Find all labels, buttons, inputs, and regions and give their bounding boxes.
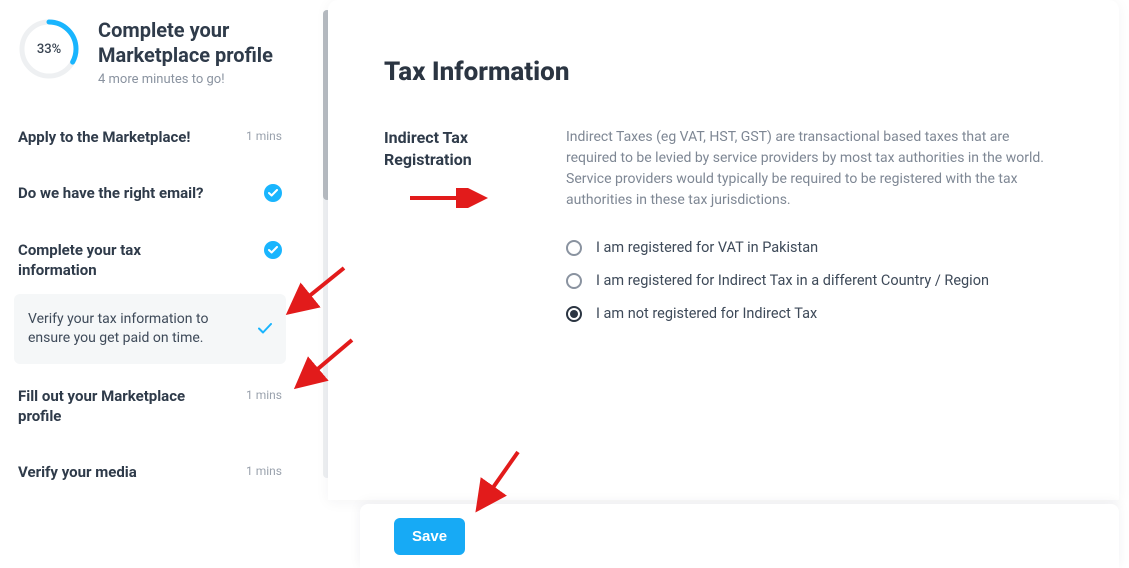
check-icon bbox=[264, 184, 282, 202]
step-verify-media[interactable]: Verify your media 1 mins bbox=[0, 444, 300, 500]
step-profile[interactable]: Fill out your Marketplace profile 1 mins bbox=[0, 368, 300, 445]
radio-label: I am registered for VAT in Pakistan bbox=[596, 239, 818, 256]
radio-other-region[interactable]: I am registered for Indirect Tax in a di… bbox=[566, 264, 1063, 297]
step-list: Apply to the Marketplace! 1 mins Do we h… bbox=[0, 109, 300, 501]
step-meta: 1 mins bbox=[246, 386, 282, 402]
radio-icon bbox=[566, 240, 582, 256]
step-meta: 1 mins bbox=[246, 462, 282, 478]
step-label: Do we have the right email? bbox=[18, 183, 204, 203]
step-apply[interactable]: Apply to the Marketplace! 1 mins bbox=[0, 109, 300, 165]
step-email[interactable]: Do we have the right email? bbox=[0, 165, 300, 221]
step-tax-info[interactable]: Complete your tax information bbox=[0, 222, 300, 287]
step-label: Complete your tax information bbox=[18, 240, 208, 281]
radio-label: I am registered for Indirect Tax in a di… bbox=[596, 272, 989, 289]
indirect-tax-radio-group: I am registered for VAT in Pakistan I am… bbox=[566, 231, 1063, 330]
progress-percent: 33% bbox=[18, 18, 80, 80]
radio-icon bbox=[566, 273, 582, 289]
step-label: Fill out your Marketplace profile bbox=[18, 386, 208, 427]
progress-ring: 33% bbox=[18, 18, 80, 80]
radio-icon bbox=[566, 306, 582, 322]
sidebar-subtitle: 4 more minutes to go! bbox=[98, 72, 282, 87]
save-button[interactable]: Save bbox=[394, 518, 465, 555]
radio-not-registered[interactable]: I am not registered for Indirect Tax bbox=[566, 297, 1063, 330]
field-description: Indirect Taxes (eg VAT, HST, GST) are tr… bbox=[566, 127, 1063, 211]
step-meta: 1 mins bbox=[246, 127, 282, 143]
step-label: Apply to the Marketplace! bbox=[18, 127, 190, 147]
field-label: Indirect Tax Registration bbox=[384, 127, 524, 330]
step-label: Verify your media bbox=[18, 462, 137, 482]
radio-label: I am not registered for Indirect Tax bbox=[596, 305, 817, 322]
substep-verify-tax[interactable]: Verify your tax information to ensure yo… bbox=[14, 294, 286, 364]
sidebar-title: Complete your Marketplace profile bbox=[98, 18, 282, 68]
footer-bar: Save bbox=[360, 504, 1119, 568]
radio-vat-pakistan[interactable]: I am registered for VAT in Pakistan bbox=[566, 231, 1063, 264]
page-title: Tax Information bbox=[384, 57, 1063, 87]
substep-text: Verify your tax information to ensure yo… bbox=[28, 310, 228, 348]
tax-info-card: Tax Information Indirect Tax Registratio… bbox=[328, 0, 1119, 500]
onboarding-sidebar: 33% Complete your Marketplace profile 4 … bbox=[0, 0, 300, 568]
main-panel: Tax Information Indirect Tax Registratio… bbox=[300, 0, 1129, 568]
check-icon bbox=[264, 241, 282, 259]
check-icon bbox=[258, 319, 272, 338]
